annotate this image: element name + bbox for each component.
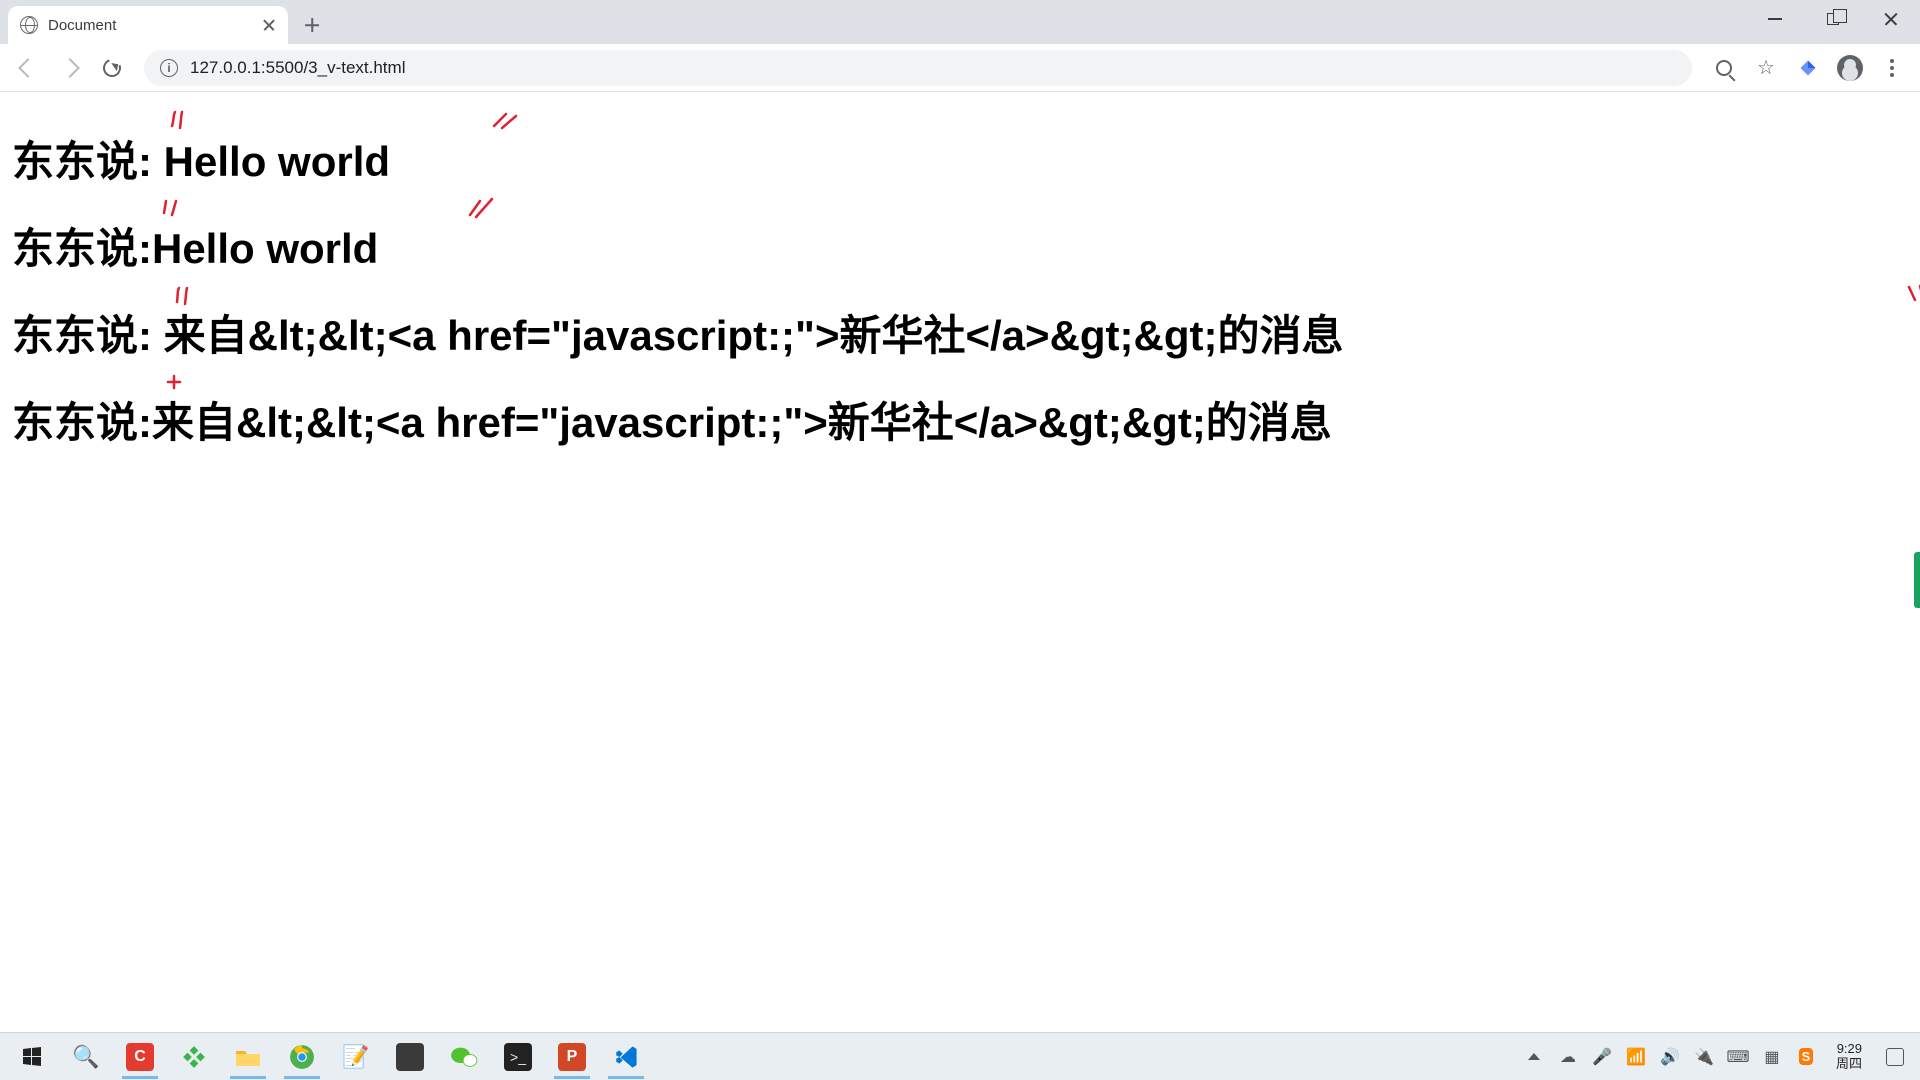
globe-icon xyxy=(20,16,38,34)
page-body: 东东说: Hello world 东东说:Hello world 东东说: 来自… xyxy=(0,92,1920,486)
line3-rest: 来自&lt;&lt;<a href="javascript:;">新华社</a>… xyxy=(152,312,1343,359)
new-tab-button[interactable] xyxy=(296,9,328,41)
clock-day: 周四 xyxy=(1836,1057,1862,1072)
line2-text: 东东说:Hello world xyxy=(12,225,378,272)
tray-volume-icon[interactable]: 🔊 xyxy=(1660,1047,1680,1067)
line1-rest: Hello world xyxy=(152,138,390,185)
tray-power-icon[interactable]: 🔌 xyxy=(1694,1047,1714,1067)
browser-menu-button[interactable] xyxy=(1874,50,1910,86)
heading-line-2: 东东说:Hello world xyxy=(12,215,1908,276)
taskbar-app-wechat[interactable] xyxy=(438,1035,490,1079)
tray-overflow-button[interactable] xyxy=(1524,1047,1544,1067)
taskbar-clock[interactable]: 9:29 周四 xyxy=(1836,1042,1862,1072)
line4-text: 东东说:来自&lt;&lt;<a href="javascript:;">新华社… xyxy=(12,399,1332,446)
extension-button[interactable] xyxy=(1790,50,1826,86)
window-close-button[interactable] xyxy=(1862,0,1920,38)
search-icon: 🔍 xyxy=(71,1042,101,1072)
tray-sogou-icon[interactable]: S xyxy=(1796,1047,1816,1067)
app-icon: 📝 xyxy=(341,1042,371,1072)
taskbar-app-terminal[interactable]: >_ xyxy=(492,1035,544,1079)
taskbar-app-camtasia[interactable]: C xyxy=(114,1035,166,1079)
close-tab-icon[interactable] xyxy=(262,18,276,32)
taskbar-search[interactable]: 🔍 xyxy=(60,1035,112,1079)
taskbar-app-chrome[interactable] xyxy=(276,1035,328,1079)
wechat-icon xyxy=(449,1042,479,1072)
browser-toolbar: i 127.0.0.1:5500/3_v-text.html ☆ xyxy=(0,44,1920,92)
chrome-icon xyxy=(287,1042,317,1072)
site-info-icon[interactable]: i xyxy=(160,59,178,77)
url-text: 127.0.0.1:5500/3_v-text.html xyxy=(190,58,1676,78)
annotation-mark-icon xyxy=(170,110,192,132)
annotation-mark-icon xyxy=(174,286,194,306)
tab-title: Document xyxy=(48,17,252,34)
reload-icon xyxy=(100,56,124,80)
annotation-mark-icon xyxy=(1906,284,1920,306)
taskbar-app-notepad[interactable]: 📝 xyxy=(330,1035,382,1079)
taskbar-app-explorer[interactable] xyxy=(222,1035,274,1079)
tab-strip: Document xyxy=(0,0,1920,44)
browser-tab[interactable]: Document xyxy=(8,6,288,44)
chevron-up-icon xyxy=(1528,1053,1540,1060)
annotation-mark-icon xyxy=(468,197,496,219)
terminal-icon: >_ xyxy=(504,1043,532,1071)
line3-prefix: 东东说: xyxy=(12,312,152,359)
window-minimize-button[interactable] xyxy=(1746,0,1804,38)
kebab-icon xyxy=(1890,59,1894,77)
zoom-button[interactable] xyxy=(1706,50,1742,86)
heading-line-4: 东东说:来自&lt;&lt;<a href="javascript:;">新华社… xyxy=(12,389,1908,450)
annotation-mark-icon xyxy=(162,199,184,219)
app-icon: C xyxy=(126,1043,154,1071)
arrow-left-icon xyxy=(18,58,38,78)
action-center-button[interactable] xyxy=(1884,1046,1906,1068)
clock-time: 9:29 xyxy=(1837,1042,1862,1057)
taskbar-app-dark[interactable] xyxy=(384,1035,436,1079)
tray-onedrive-icon[interactable]: ☁ xyxy=(1558,1047,1578,1067)
folder-icon xyxy=(233,1042,263,1072)
annotation-mark-icon xyxy=(492,112,520,132)
star-icon: ☆ xyxy=(1757,55,1775,80)
page-viewport[interactable]: 东东说: Hello world 东东说:Hello world 东东说: 来自… xyxy=(0,92,1920,1032)
profile-button[interactable] xyxy=(1832,50,1868,86)
plus-icon xyxy=(305,18,319,32)
bookmark-button[interactable]: ☆ xyxy=(1748,50,1784,86)
address-bar[interactable]: i 127.0.0.1:5500/3_v-text.html xyxy=(144,50,1692,86)
taskbar-app-powerpoint[interactable]: P xyxy=(546,1035,598,1079)
tray-microphone-icon[interactable]: 🎤 xyxy=(1592,1047,1612,1067)
nav-forward-button[interactable] xyxy=(52,50,88,86)
browser-window: Document i 127.0.0.1:5500/3_v-text.html … xyxy=(0,0,1920,1080)
extension-icon xyxy=(1798,58,1818,78)
windows-icon xyxy=(17,1042,47,1072)
reload-button[interactable] xyxy=(94,50,130,86)
powerpoint-icon: P xyxy=(558,1043,586,1071)
side-panel-handle[interactable] xyxy=(1914,552,1920,608)
taskbar-app-vscode[interactable] xyxy=(600,1035,652,1079)
tray-wifi-icon[interactable]: 📶 xyxy=(1626,1047,1646,1067)
system-tray: ☁ 🎤 📶 🔊 🔌 ⌨ ▦ S 9:29 周四 xyxy=(1524,1033,1914,1080)
tray-ime-icon[interactable]: ⌨ xyxy=(1728,1047,1748,1067)
window-maximize-button[interactable] xyxy=(1804,0,1862,38)
windows-taskbar: 🔍 C 📝 >_ P ☁ 🎤 📶 🔊 🔌 ⌨ ▦ S 9:29 周四 xyxy=(0,1032,1920,1080)
arrow-right-icon xyxy=(60,58,80,78)
app-icon xyxy=(179,1042,209,1072)
nav-back-button[interactable] xyxy=(10,50,46,86)
heading-line-1: 东东说: Hello world xyxy=(12,128,1908,189)
line1-prefix: 东东说: xyxy=(12,138,152,185)
taskbar-app-hbuilder[interactable] xyxy=(168,1035,220,1079)
avatar-icon xyxy=(1837,55,1863,81)
heading-line-3: 东东说: 来自&lt;&lt;<a href="javascript:;">新华… xyxy=(12,302,1908,363)
annotation-mark-icon xyxy=(167,375,181,389)
tray-app-icon[interactable]: ▦ xyxy=(1762,1047,1782,1067)
app-icon xyxy=(396,1043,424,1071)
vscode-icon xyxy=(611,1042,641,1072)
start-button[interactable] xyxy=(6,1035,58,1079)
zoom-icon xyxy=(1716,60,1732,76)
window-controls xyxy=(1746,0,1920,44)
